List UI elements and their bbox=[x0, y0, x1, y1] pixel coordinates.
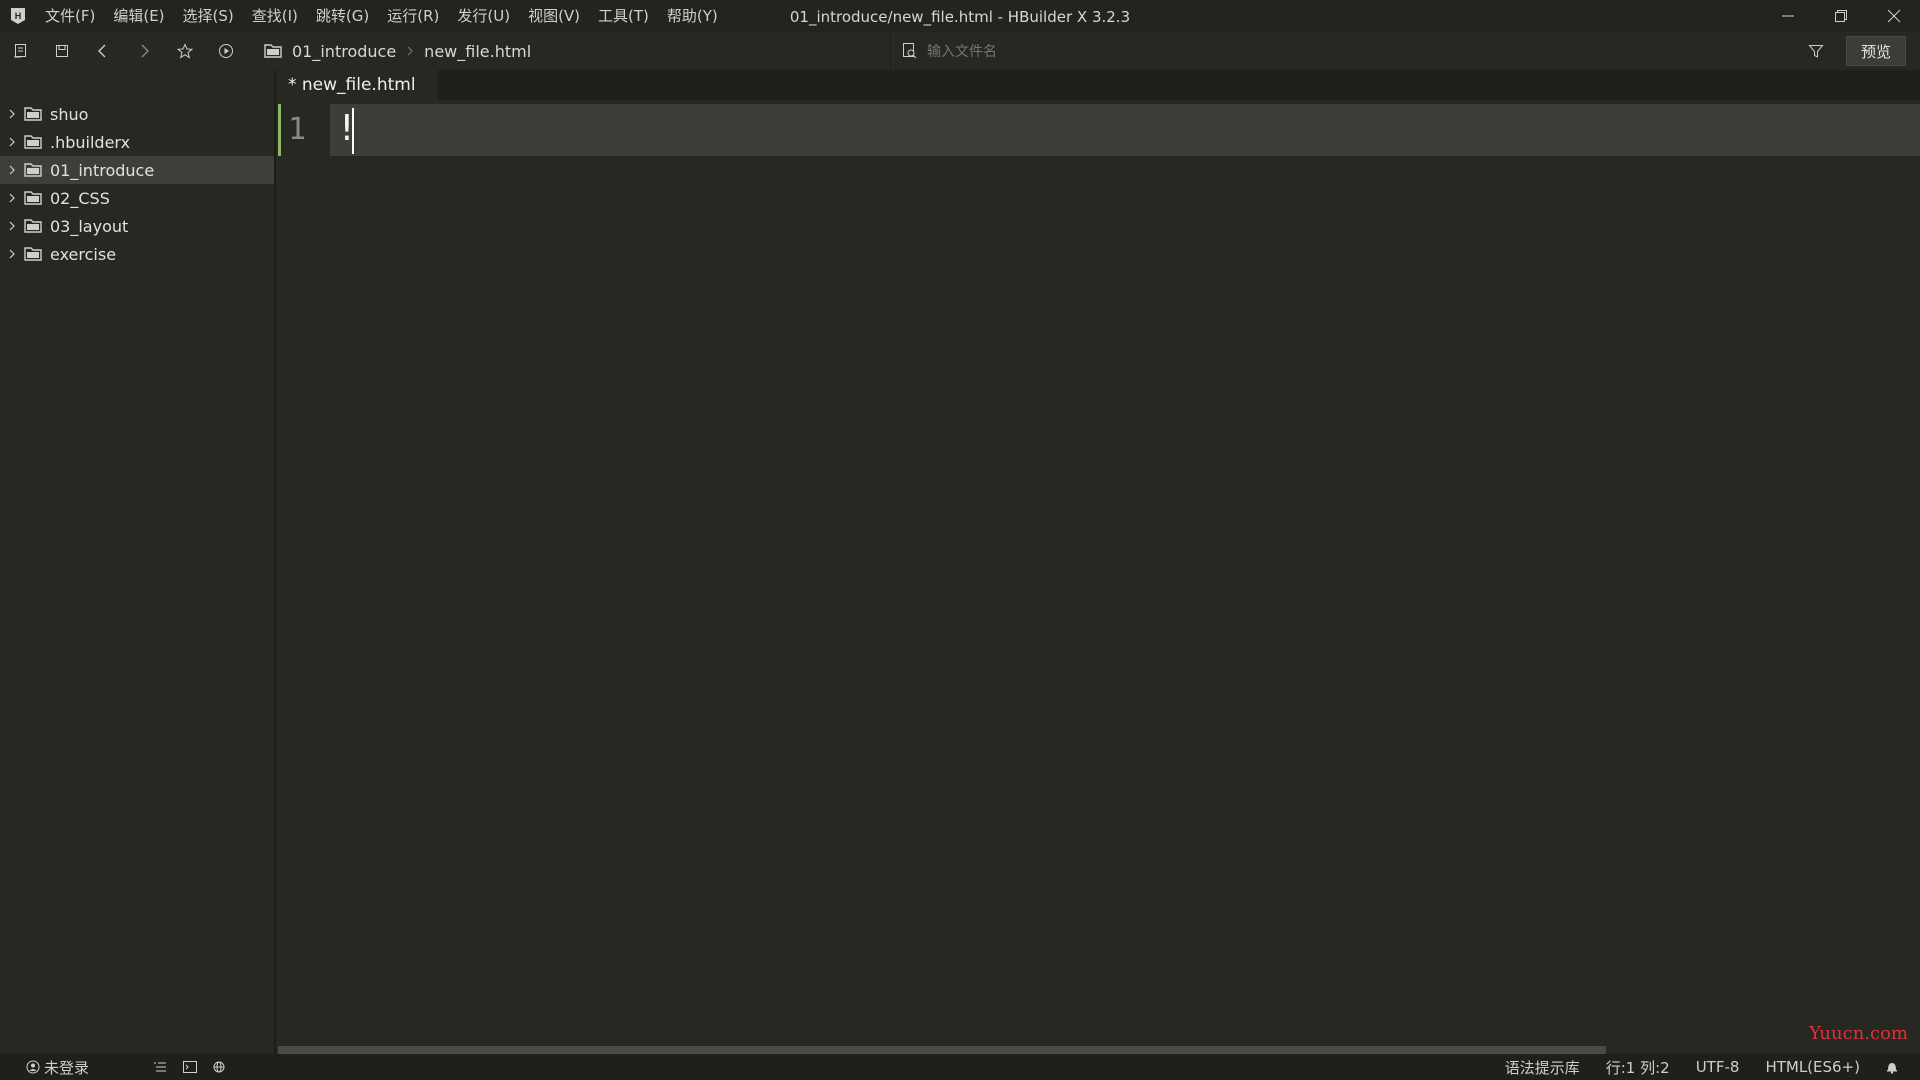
line-number: 1 bbox=[288, 112, 307, 147]
watermark: Yuucn.com bbox=[1809, 1023, 1908, 1044]
text-cursor bbox=[352, 108, 354, 154]
tree-item-label: .hbuilderx bbox=[50, 132, 131, 152]
browser-icon[interactable] bbox=[205, 1054, 235, 1080]
status-left: 未登录 bbox=[0, 1054, 235, 1080]
folder-icon bbox=[24, 107, 42, 121]
breadcrumb-folder[interactable]: 01_introduce bbox=[292, 42, 396, 61]
code-editor[interactable]: 1 ! Yuucn.com bbox=[278, 100, 1920, 1054]
new-file-button[interactable] bbox=[0, 32, 41, 70]
tree-item-label: 03_layout bbox=[50, 216, 129, 236]
editor-tab-bar: * new_file.html bbox=[278, 70, 1920, 100]
forward-icon bbox=[141, 44, 149, 58]
tree-item-03-layout[interactable]: 03_layout bbox=[0, 212, 274, 240]
filter-button[interactable] bbox=[1808, 32, 1828, 70]
tree-item-label: 01_introduce bbox=[50, 160, 155, 180]
minimize-icon bbox=[1781, 15, 1794, 17]
encoding[interactable]: UTF-8 bbox=[1696, 1058, 1740, 1076]
minimize-button[interactable] bbox=[1761, 0, 1814, 32]
back-button[interactable] bbox=[82, 32, 123, 70]
star-icon bbox=[176, 43, 193, 59]
save-button[interactable] bbox=[41, 32, 82, 70]
tree-item-label: shuo bbox=[50, 104, 89, 124]
preview-button[interactable]: 预览 bbox=[1846, 36, 1906, 66]
tree-item-label: 02_CSS bbox=[50, 188, 110, 208]
user-icon bbox=[26, 1060, 40, 1074]
favorite-button[interactable] bbox=[164, 32, 205, 70]
run-icon bbox=[218, 44, 233, 58]
tree-item-exercise[interactable]: exercise bbox=[0, 240, 274, 268]
file-search-icon bbox=[903, 43, 917, 59]
code-line[interactable]: ! bbox=[336, 108, 358, 149]
syntax-library[interactable]: 语法提示库 bbox=[1505, 1057, 1580, 1078]
folder-icon bbox=[264, 44, 282, 58]
current-line-highlight bbox=[330, 104, 1920, 156]
tree-item-01-introduce[interactable]: 01_introduce bbox=[0, 156, 274, 184]
folder-icon bbox=[24, 219, 42, 233]
hbuilder-logo-icon: H bbox=[0, 0, 36, 32]
menu-select[interactable]: 选择(S) bbox=[174, 0, 243, 32]
bell-icon[interactable] bbox=[1886, 1060, 1898, 1074]
folder-icon bbox=[24, 135, 42, 149]
menu-tools[interactable]: 工具(T) bbox=[589, 0, 658, 32]
project-tree: shuo .hbuilderx 01_introduce 02_CSS 03_l bbox=[0, 70, 274, 268]
chevron-right-icon[interactable] bbox=[0, 249, 24, 259]
tab-new-file[interactable]: * new_file.html bbox=[278, 70, 438, 100]
restore-button[interactable] bbox=[1814, 0, 1867, 32]
terminal-icon[interactable] bbox=[175, 1054, 205, 1080]
menu-find[interactable]: 查找(I) bbox=[243, 0, 307, 32]
login-status[interactable]: 未登录 bbox=[44, 1057, 89, 1078]
folder-icon bbox=[24, 247, 42, 261]
back-icon bbox=[97, 44, 105, 58]
language-mode[interactable]: HTML(ES6+) bbox=[1765, 1058, 1860, 1076]
tree-item-hbuilderx[interactable]: .hbuilderx bbox=[0, 128, 274, 156]
menu-file[interactable]: 文件(F) bbox=[36, 0, 104, 32]
tree-item-label: exercise bbox=[50, 244, 117, 264]
tree-item-shuo[interactable]: shuo bbox=[0, 100, 274, 128]
chevron-right-icon[interactable] bbox=[0, 193, 24, 203]
menu-publish[interactable]: 发行(U) bbox=[448, 0, 519, 32]
tree-item-02-css[interactable]: 02_CSS bbox=[0, 184, 274, 212]
breadcrumb-file[interactable]: new_file.html bbox=[424, 42, 531, 61]
menu-goto[interactable]: 跳转(G) bbox=[307, 0, 378, 32]
save-icon bbox=[55, 45, 68, 57]
modified-line-marker bbox=[278, 104, 281, 156]
horizontal-scrollbar[interactable] bbox=[278, 1046, 1606, 1054]
menu-bar: 文件(F) 编辑(E) 选择(S) 查找(I) 跳转(G) 运行(R) 发行(U… bbox=[36, 0, 727, 32]
close-icon bbox=[1887, 9, 1900, 23]
new-file-icon bbox=[13, 44, 26, 58]
hbuilder-window: H 文件(F) 编辑(E) 选择(S) 查找(I) 跳转(G) 运行(R) 发行… bbox=[0, 0, 1920, 1080]
chevron-right-icon[interactable] bbox=[0, 109, 24, 119]
breadcrumb: 01_introduce new_file.html bbox=[264, 32, 531, 70]
outline-icon[interactable] bbox=[145, 1054, 175, 1080]
chevron-right-icon[interactable] bbox=[0, 221, 24, 231]
run-button[interactable] bbox=[205, 32, 246, 70]
breadcrumb-chevron-icon bbox=[406, 32, 414, 70]
chevron-right-icon[interactable] bbox=[0, 137, 24, 147]
file-search-input[interactable] bbox=[927, 43, 1727, 59]
status-bar: 未登录 语法提示库 行:1 列:2 UTF-8 HTML(ES6+) bbox=[0, 1054, 1920, 1080]
cursor-position[interactable]: 行:1 列:2 bbox=[1606, 1057, 1670, 1078]
folder-icon bbox=[24, 191, 42, 205]
title-bar: H 文件(F) 编辑(E) 选择(S) 查找(I) 跳转(G) 运行(R) 发行… bbox=[0, 0, 1920, 32]
file-search-box bbox=[890, 32, 1870, 70]
menu-edit[interactable]: 编辑(E) bbox=[104, 0, 173, 32]
project-explorer: shuo .hbuilderx 01_introduce 02_CSS 03_l bbox=[0, 70, 276, 1054]
close-button[interactable] bbox=[1867, 0, 1920, 32]
chevron-right-icon[interactable] bbox=[0, 165, 24, 175]
window-controls bbox=[1761, 0, 1920, 32]
toolbar: 01_introduce new_file.html 预览 bbox=[0, 32, 1920, 70]
menu-help[interactable]: 帮助(Y) bbox=[658, 0, 727, 32]
folder-icon bbox=[24, 163, 42, 177]
menu-view[interactable]: 视图(V) bbox=[519, 0, 589, 32]
restore-icon bbox=[1834, 10, 1847, 22]
status-right: 语法提示库 行:1 列:2 UTF-8 HTML(ES6+) bbox=[1505, 1054, 1920, 1080]
forward-button[interactable] bbox=[123, 32, 164, 70]
filter-icon bbox=[1808, 45, 1824, 58]
svg-text:H: H bbox=[15, 11, 22, 21]
menu-run[interactable]: 运行(R) bbox=[378, 0, 448, 32]
